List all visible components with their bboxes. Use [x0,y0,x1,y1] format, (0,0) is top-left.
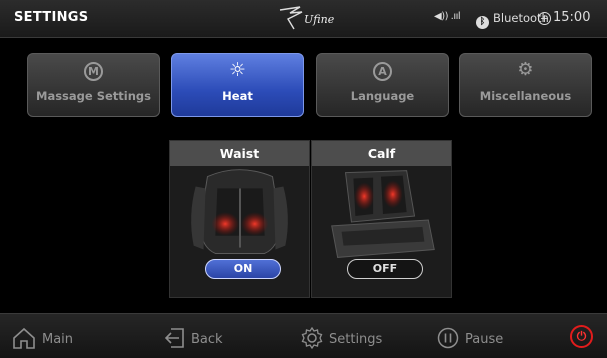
waist-heat-toggle[interactable]: ON [205,259,281,279]
timer-plus-icon: + [538,12,551,25]
pause-button[interactable]: Pause [437,327,503,349]
clock-time: 15:00 [553,10,591,25]
back-arrow-icon [165,328,184,348]
volume-signal-indicator: ◀)) .ııl [434,11,461,22]
gear-icon: ⚙ [517,59,534,80]
gear-icon [301,327,323,349]
waist-heat-image [191,169,288,254]
tab-label: Heat [222,89,253,103]
tab-miscellaneous[interactable]: ⚙ Miscellaneous [459,53,592,117]
main-label: Main [42,332,74,347]
bottom-nav: Main Back Settings Pause ⏻ [0,313,607,358]
pause-icon [437,327,459,349]
calf-card-title: Calf [312,141,451,166]
tab-massage-settings[interactable]: M Massage Settings [27,53,160,117]
bluetooth-icon: ᛒ [476,16,489,29]
pause-label: Pause [465,332,504,347]
massage-settings-icon: M [84,62,103,81]
sun-icon: ☼ [228,59,247,81]
brand-logo: Ufine [278,4,356,34]
back-label: Back [191,332,223,347]
page-title: SETTINGS [14,10,89,25]
waist-heat-card: Waist ON [169,140,310,298]
tab-language[interactable]: A Language [316,53,449,117]
back-button[interactable]: Back [165,327,223,349]
tab-label: Miscellaneous [479,89,572,103]
settings-button[interactable]: Settings [301,327,382,349]
calf-heat-card: Calf OFF [311,140,452,298]
waist-card-title: Waist [170,141,309,166]
status-bar: SETTINGS Ufine ◀)) .ııl ᛒ Bluetooth +15:0… [0,0,607,38]
settings-label: Settings [329,332,383,347]
tab-label: Massage Settings [36,89,151,103]
home-icon [13,327,35,349]
tab-label: Language [350,89,415,103]
calf-heat-image [331,170,435,258]
language-icon: A [373,62,392,81]
calf-heat-toggle[interactable]: OFF [347,259,423,279]
tab-heat[interactable]: ☼ Heat [171,53,304,117]
main-button[interactable]: Main [12,327,73,349]
brand-logo-text: Ufine [304,13,335,26]
power-icon[interactable]: ⏻ [570,325,593,348]
clock: +15:00 [538,10,590,25]
